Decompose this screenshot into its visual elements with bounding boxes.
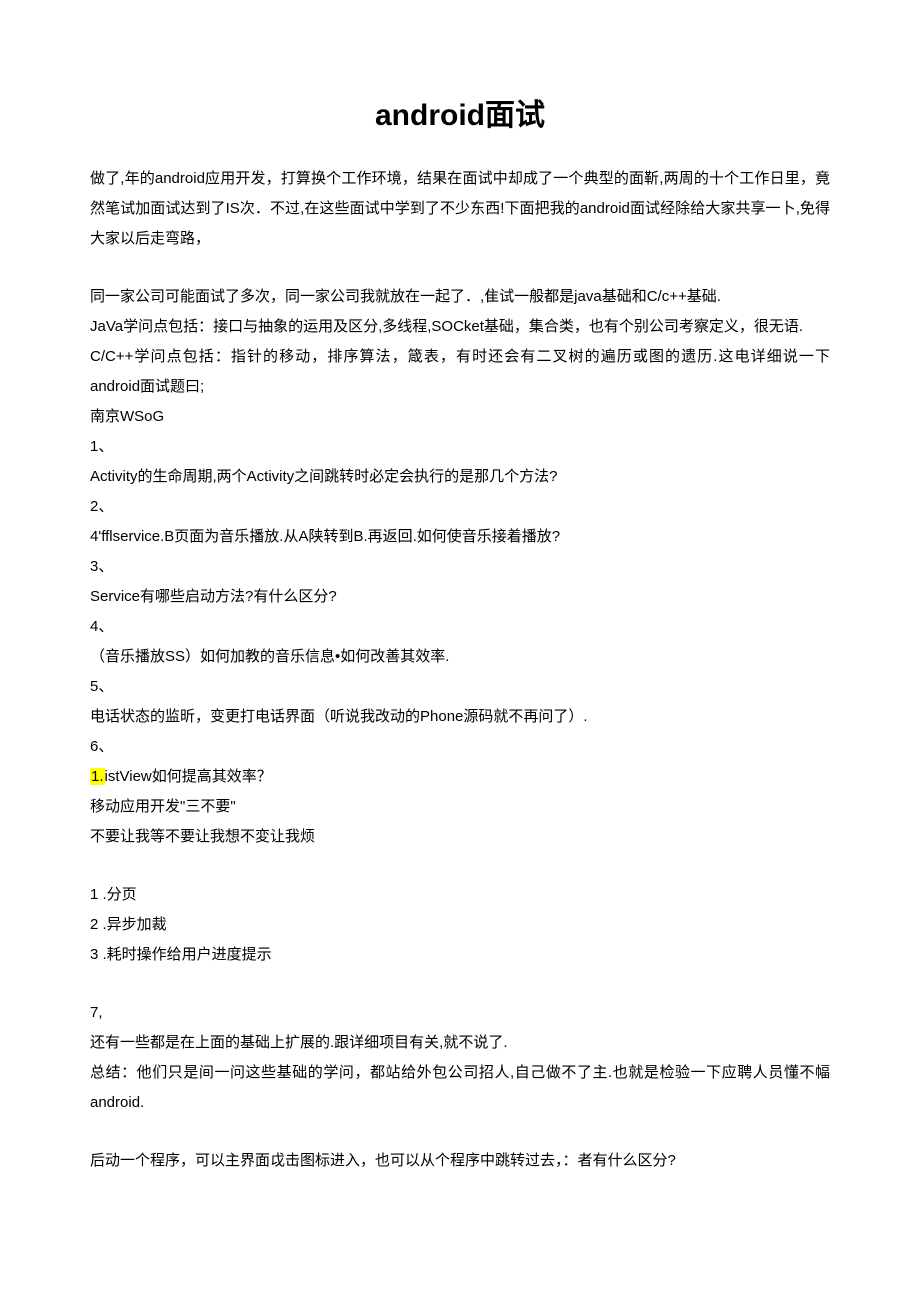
list-item-3: 3 .耗时操作给用户进度提示 [90, 940, 830, 970]
paragraph-same-company: 同一家公司可能面试了多次，同一家公司我就放在一起了．,隹试一般都是java基础和… [90, 282, 830, 312]
q6-sub-b: 不要让我等不要让我想不変让我烦 [90, 822, 830, 852]
paragraph-last: 后动一个程序，可以主界面戉击图标进入，也可以从个程序中跳转过去，：者有什么区分? [90, 1146, 830, 1176]
q5-text: 电话状态的监昕，变更打电话界面（听说我改动的Phone源码就不再问了）. [90, 702, 830, 732]
q7-text-a: 还有一些都是在上面的基础上扩展的.跟详细项目有关,就不说了. [90, 1028, 830, 1058]
q6-number: 6、 [90, 732, 830, 762]
paragraph-cpp: C/C++学问点包括：指针的移动，排序算法，箴表，有时还会有二叉树的遍历或图的遗… [90, 342, 830, 402]
q2-number: 2、 [90, 492, 830, 522]
document-page: android面试 做了,年的android应用开发，打算换个工作环境，结果在面… [0, 0, 920, 1236]
highlight-mark: 1. [90, 768, 105, 785]
paragraph-java: JaVa学问点包括：接口与抽象的运用及区分,多线程,SOCket基础，集合类，也… [90, 312, 830, 342]
q4-number: 4、 [90, 612, 830, 642]
q7-number: 7, [90, 998, 830, 1028]
paragraph-nanjing: 南京WSoG [90, 402, 830, 432]
q6-text: 1.istView如何提高其效率？ [90, 762, 830, 792]
q3-text: Service有哪些启动方法?有什么区分? [90, 582, 830, 612]
list-item-2: 2 .异步加裁 [90, 910, 830, 940]
q1-number: 1、 [90, 432, 830, 462]
page-title: android面试 [90, 90, 830, 134]
q6-sub-a: 移动应用开发"三不要" [90, 792, 830, 822]
q3-number: 3、 [90, 552, 830, 582]
list-item-1: 1 .分页 [90, 880, 830, 910]
q6-rest: istView如何提高其效率？ [105, 768, 272, 785]
q1-text: Activity的生命周期,两个Activity之间跳转时必定会执行的是那几个方… [90, 462, 830, 492]
paragraph-intro: 做了,年的android应用开发，打算换个工作环境，结果在面试中却成了一个典型的… [90, 164, 830, 254]
q7-text-b: 总结：他们只是间一问这些基础的学问，都站给外包公司招人,自己做不了主.也就是检验… [90, 1058, 830, 1118]
q2-text: 4'fflservice.B页面为音乐播放.从A陕转到B.再返回.如何使音乐接着… [90, 522, 830, 552]
q5-number: 5、 [90, 672, 830, 702]
q4-text: （音乐播放SS）如何加教的音乐信息•如何改善其效率. [90, 642, 830, 672]
